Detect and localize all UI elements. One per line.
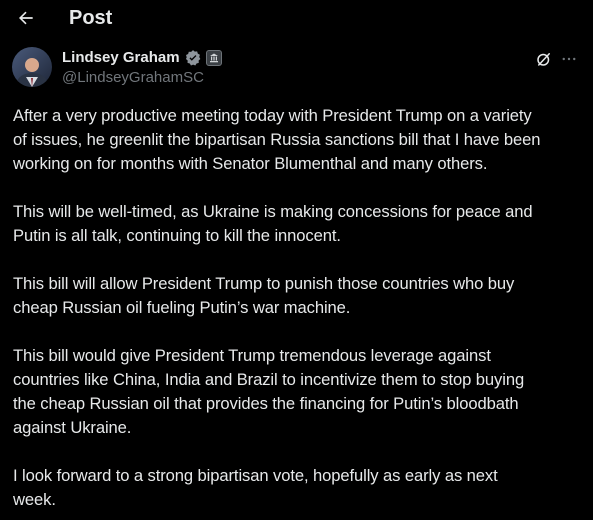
more-horizontal-icon	[562, 57, 576, 61]
author-name-row: Lindsey Graham	[62, 48, 222, 68]
post-paragraph: This will be well-timed, as Ukraine is m…	[13, 202, 533, 245]
post-text: After a very productive meeting today wi…	[13, 104, 585, 512]
top-bar: Post	[0, 0, 593, 38]
page-title: Post	[69, 7, 113, 29]
author-display-name[interactable]: Lindsey Graham	[62, 48, 180, 68]
avatar[interactable]	[12, 47, 52, 87]
back-button[interactable]	[12, 4, 40, 32]
avatar-image	[12, 47, 52, 87]
post-paragraph: This bill would give President Trump tre…	[13, 346, 525, 437]
post-paragraph: This bill will allow President Trump to …	[13, 274, 515, 317]
arrow-left-icon	[19, 11, 33, 25]
post-paragraph: After a very productive meeting today wi…	[13, 106, 541, 173]
verified-badge-icon	[185, 50, 200, 66]
post-paragraph: I look forward to a strong bipartisan vo…	[13, 466, 498, 509]
grok-icon	[537, 53, 550, 66]
more-options-button[interactable]	[558, 48, 580, 70]
grok-button[interactable]	[533, 48, 555, 70]
government-badge-icon	[205, 50, 222, 66]
author-handle[interactable]: @LindseyGrahamSC	[62, 68, 204, 88]
